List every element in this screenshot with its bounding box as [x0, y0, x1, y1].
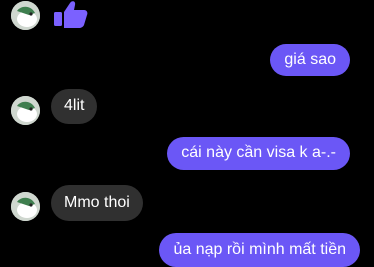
- avatar-image: [11, 96, 40, 125]
- outgoing-message-bubble[interactable]: ủa nạp rồi mình mất tiền: [159, 233, 360, 267]
- outgoing-message-bubble[interactable]: cái này cần visa k a-.-: [167, 137, 350, 170]
- thumbs-up-icon[interactable]: [52, 0, 88, 28]
- incoming-message-bubble[interactable]: Mmo thoi: [51, 185, 143, 221]
- avatar-image: [11, 1, 40, 30]
- message-text: cái này cần visa k a-.-: [181, 144, 336, 161]
- message-text: giá sao: [284, 51, 336, 68]
- avatar-image: [11, 192, 40, 221]
- avatar[interactable]: [11, 96, 40, 125]
- avatar[interactable]: [11, 1, 40, 30]
- message-text: Mmo thoi: [64, 194, 130, 211]
- message-text: ủa nạp rồi mình mất tiền: [173, 241, 346, 258]
- avatar[interactable]: [11, 192, 40, 221]
- message-text: 4lit: [64, 97, 85, 114]
- outgoing-message-bubble[interactable]: giá sao: [270, 44, 350, 76]
- incoming-message-bubble[interactable]: 4lit: [51, 89, 98, 124]
